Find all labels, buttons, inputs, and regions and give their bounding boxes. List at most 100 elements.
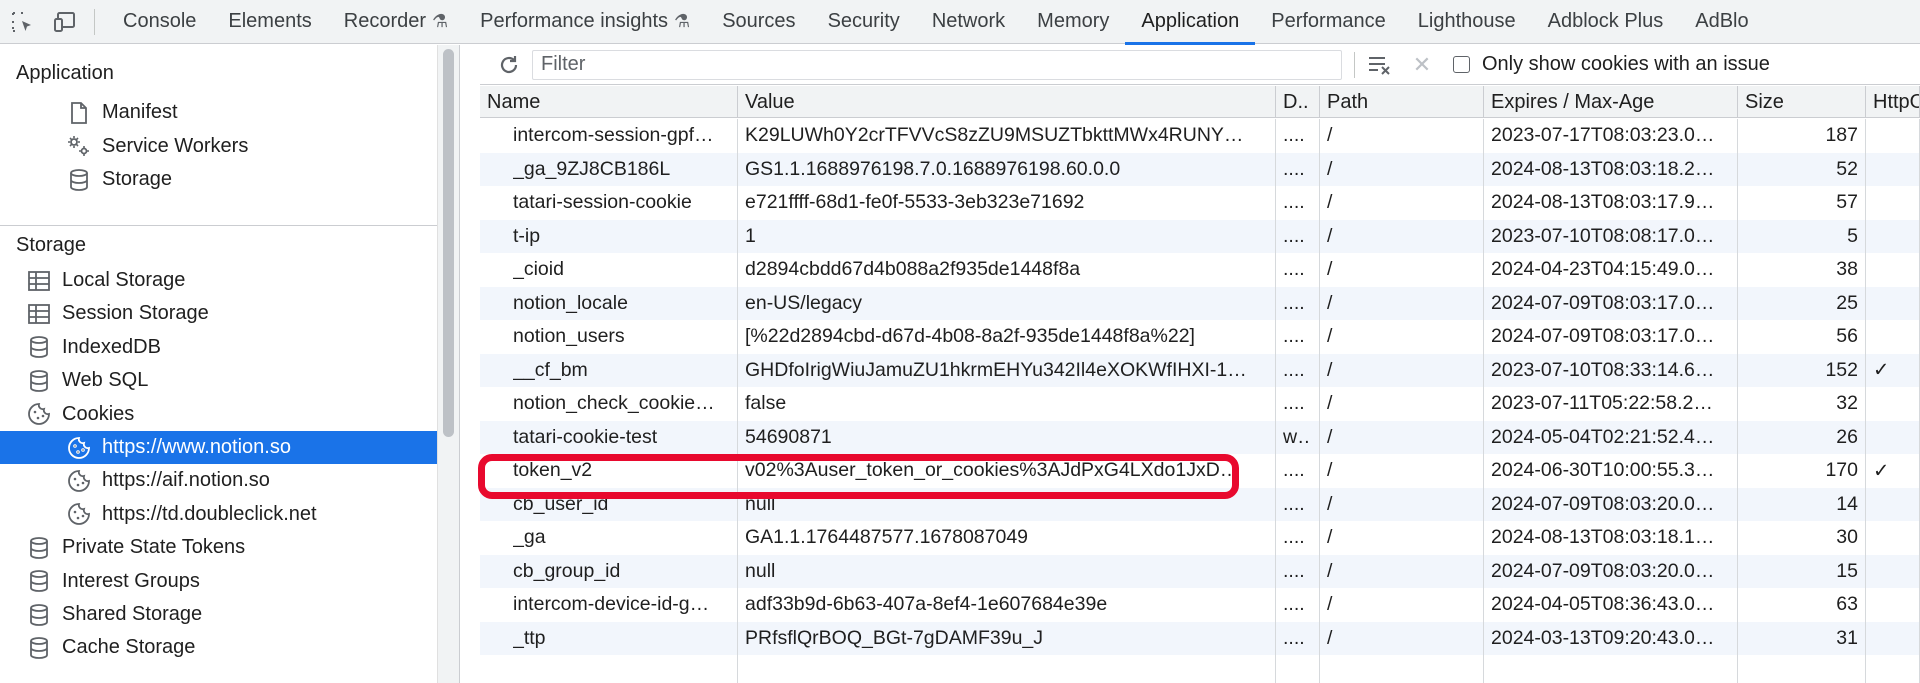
cell-text: /: [1327, 425, 1333, 448]
sidebar-item-shared-storage[interactable]: Shared Storage: [0, 598, 438, 631]
table-row[interactable]: cb_group_id null.... / 2024-07-09T08:03:20.…: [480, 554, 1920, 588]
table-row[interactable]: notion_locale en-US/legacy.... / 2024-07-09…: [480, 286, 1920, 320]
table-row[interactable]: notion_users [%22d2894cbd-d67d-4b08-8a2f-…: [480, 320, 1920, 354]
delete-selected-icon[interactable]: ✕: [1405, 50, 1439, 80]
column-header-domain[interactable]: D..: [1276, 86, 1320, 118]
tab-sources[interactable]: Sources: [706, 0, 811, 44]
inspect-element-icon[interactable]: [0, 0, 44, 44]
table-row[interactable]: __cf_bm GHDfoIrigWiuJamuZU1hkrmEHYu342Il4…: [480, 353, 1920, 387]
table-row[interactable]: _ga_9ZJ8CB186L GS1.1.1688976198.7.0.16889…: [480, 152, 1920, 186]
sidebar-item-private-state-tokens[interactable]: Private State Tokens: [0, 531, 438, 564]
sidebar-item-manifest[interactable]: Manifest: [0, 96, 438, 129]
table-row[interactable]: token_v2 v02%3Auser_token_or_cookies%3AJd…: [480, 454, 1920, 488]
table-row[interactable]: t-ip 1.... / 2023-07-10T08:08:17.0… 5: [480, 219, 1920, 253]
cell-text: 2024-08-13T08:03:18.1…: [1491, 526, 1715, 549]
column-header-path[interactable]: Path: [1320, 86, 1484, 118]
sidebar-item-storage[interactable]: Storage: [0, 163, 438, 196]
cell-httponly: [1866, 219, 1920, 253]
table-row[interactable]: intercom-session-gpf… K29LUWh0Y2crTFVVcS8…: [480, 119, 1920, 153]
cell-size: 26: [1738, 420, 1866, 454]
tab-application[interactable]: Application: [1125, 0, 1256, 45]
tab-console[interactable]: Console: [107, 0, 212, 44]
cell-text: t-ip: [513, 224, 541, 247]
cell-value: 1: [738, 219, 1276, 253]
table-row[interactable]: tatari-session-cookie e721ffff-68d1-fe0f-…: [480, 186, 1920, 220]
sidebar-item-interest-groups[interactable]: Interest Groups: [0, 565, 438, 598]
table-icon: [26, 301, 52, 327]
cell-expires: 2023-07-10T08:08:17.0…: [1484, 219, 1738, 253]
sidebar-item-cache-storage[interactable]: Cache Storage: [0, 631, 438, 664]
cell-size: 187: [1738, 119, 1866, 153]
cell-text: ....: [1283, 325, 1305, 348]
sidebar-scrollbar-thumb[interactable]: [443, 49, 454, 437]
sidebar-item-indexeddb[interactable]: IndexedDB: [0, 331, 438, 364]
cell-text: 14: [1836, 492, 1858, 515]
cell-httponly: [1866, 186, 1920, 220]
sidebar-item-web-sql[interactable]: Web SQL: [0, 364, 438, 397]
cell-name: _ga_9ZJ8CB186L: [480, 152, 738, 186]
clear-all-cookies-icon[interactable]: [1363, 50, 1397, 80]
cell-text: ....: [1283, 124, 1305, 147]
sidebar-item-label: Storage: [102, 168, 173, 190]
table-row[interactable]: _ga GA1.1.1764487577.1678087049.... / 2024-…: [480, 521, 1920, 555]
cell-text: 2024-07-09T08:03:20.0…: [1491, 559, 1715, 582]
cell-size: 38: [1738, 253, 1866, 287]
cookie-icon: [26, 401, 52, 427]
sidebar-item-https-www-notion-so[interactable]: https://www.notion.so: [0, 431, 438, 464]
cell-text: ....: [1283, 459, 1305, 482]
sidebar-item-https-aif-notion-so[interactable]: https://aif.notion.so: [0, 464, 438, 497]
cell-name: intercom-session-gpf…: [480, 119, 738, 153]
tab-performance-insights[interactable]: Performance insights ⚗: [464, 0, 706, 44]
cell-domain: ....: [1276, 487, 1320, 521]
tab-recorder[interactable]: Recorder ⚗: [328, 0, 464, 44]
table-row[interactable]: cb_user_id null.... / 2024-07-09T08:03:20.0…: [480, 487, 1920, 521]
devtools-tab-bar: Console Elements Recorder ⚗ Performance insi…: [0, 0, 1920, 45]
cell-expires: 2024-07-09T08:03:17.0…: [1484, 286, 1738, 320]
column-header-size[interactable]: Size: [1738, 86, 1866, 118]
sidebar-item-label: Interest Groups: [62, 569, 200, 592]
tab-security[interactable]: Security: [812, 0, 916, 44]
tab-performance[interactable]: Performance: [1255, 0, 1402, 44]
tab-network[interactable]: Network: [916, 0, 1021, 44]
panel-tabs: Console Elements Recorder ⚗ Performance insi…: [107, 0, 1765, 45]
cell-name: tatari-cookie-test: [480, 420, 738, 454]
cell-text: ....: [1283, 593, 1305, 616]
cell-text: ....: [1283, 224, 1305, 247]
tab-lighthouse[interactable]: Lighthouse: [1402, 0, 1532, 44]
device-toolbar-icon[interactable]: [44, 0, 88, 44]
cookies-filter-bar: ✕ Only show cookies with an issue: [480, 45, 1920, 85]
cell-name: notion_check_cookie…: [480, 387, 738, 421]
cell-path: /: [1320, 353, 1484, 387]
cell-domain: ....: [1276, 454, 1320, 488]
tab-label: Security: [827, 10, 900, 32]
sidebar-item-local-storage[interactable]: Local Storage: [0, 264, 438, 297]
sidebar-item-cookies[interactable]: Cookies: [0, 398, 438, 431]
sidebar-scrollbar[interactable]: [437, 45, 459, 683]
column-header-name[interactable]: Name: [480, 86, 738, 118]
cell-value: null: [738, 554, 1276, 588]
tab-memory[interactable]: Memory: [1021, 0, 1125, 44]
table-row[interactable]: notion_check_cookie… false.... / 2023-07-11…: [480, 387, 1920, 421]
sidebar-item-label: Local Storage: [62, 269, 186, 291]
cell-httponly: [1866, 119, 1920, 153]
table-row[interactable]: tatari-cookie-test 54690871 w… / 2024-05-04T…: [480, 420, 1920, 454]
column-header-expires[interactable]: Expires / Max-Age: [1484, 86, 1738, 118]
table-row[interactable]: intercom-device-id-g… adf33b9d-6b63-407a-…: [480, 588, 1920, 622]
tab-adblo[interactable]: AdBlo: [1679, 0, 1764, 44]
sidebar-item-https-td-doubleclick-net[interactable]: https://td.doubleclick.net: [0, 498, 438, 531]
column-header-httponly[interactable]: HttpO: [1866, 86, 1920, 118]
cell-path: /: [1320, 186, 1484, 220]
cell-text: tatari-cookie-test: [513, 425, 658, 448]
only-issues-checkbox[interactable]: [1453, 56, 1470, 73]
cell-text: 54690871: [745, 425, 832, 448]
tab-adblock-plus[interactable]: Adblock Plus: [1532, 0, 1680, 44]
sidebar-item-service-workers[interactable]: Service Workers: [0, 130, 438, 163]
table-row[interactable]: _cioid d2894cbdd67d4b088a2f935de1448f8a..…: [480, 253, 1920, 287]
tab-elements[interactable]: Elements: [212, 0, 327, 44]
sidebar-item-session-storage[interactable]: Session Storage: [0, 297, 438, 330]
column-header-value[interactable]: Value: [738, 86, 1276, 118]
filter-input[interactable]: [532, 49, 1342, 80]
storage-section-header: Storage: [16, 234, 87, 256]
cell-name: tatari-session-cookie: [480, 186, 738, 220]
refresh-icon[interactable]: [494, 50, 524, 80]
